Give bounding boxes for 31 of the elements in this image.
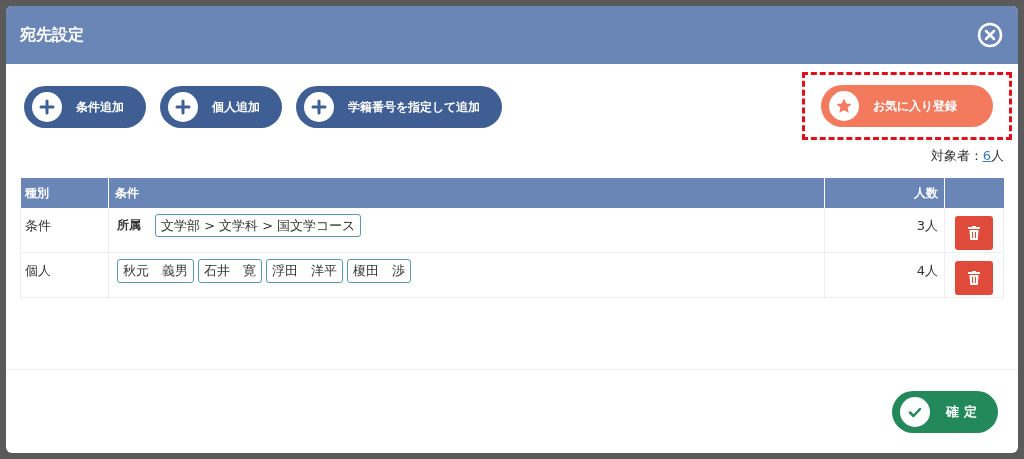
add-button[interactable]: 学籍番号を指定して追加	[296, 86, 502, 128]
table-cell: 個人	[20, 252, 109, 298]
delete-button[interactable]	[955, 215, 993, 250]
plus-icon	[304, 92, 334, 122]
add-button[interactable]: 個人追加	[160, 86, 282, 128]
tag: 文学部 > 文学科 > 国文学コース	[155, 213, 362, 237]
condition-label: 所属	[117, 217, 141, 235]
dialog-title: 宛先設定	[20, 24, 84, 46]
close-button[interactable]	[976, 21, 1004, 49]
trash-icon	[968, 271, 980, 285]
tag: 石井 寛	[198, 259, 262, 283]
confirm-button[interactable]: 確 定	[892, 390, 998, 433]
column-header: 条件	[108, 177, 825, 208]
table-cell: 条件	[20, 207, 109, 253]
target-count-link[interactable]: 6	[982, 146, 991, 166]
plus-icon	[32, 92, 62, 122]
add-button[interactable]: 条件追加	[24, 86, 146, 128]
table-cell: 4人	[824, 252, 945, 298]
tag: 浮田 洋平	[266, 259, 343, 283]
column-header: 種別	[20, 177, 109, 208]
tag: 榎田 渉	[347, 259, 411, 283]
column-header	[944, 177, 1004, 208]
table-cell: 3人	[824, 207, 945, 253]
trash-icon	[968, 225, 980, 240]
column-header: 人数	[824, 177, 945, 208]
delete-button[interactable]	[955, 261, 993, 295]
target-count-label: 対象者：	[930, 147, 983, 165]
plus-icon	[168, 92, 198, 122]
target-count-unit: 人	[991, 147, 1004, 165]
check-icon	[900, 396, 930, 427]
tag: 秋元 義男	[117, 259, 194, 283]
